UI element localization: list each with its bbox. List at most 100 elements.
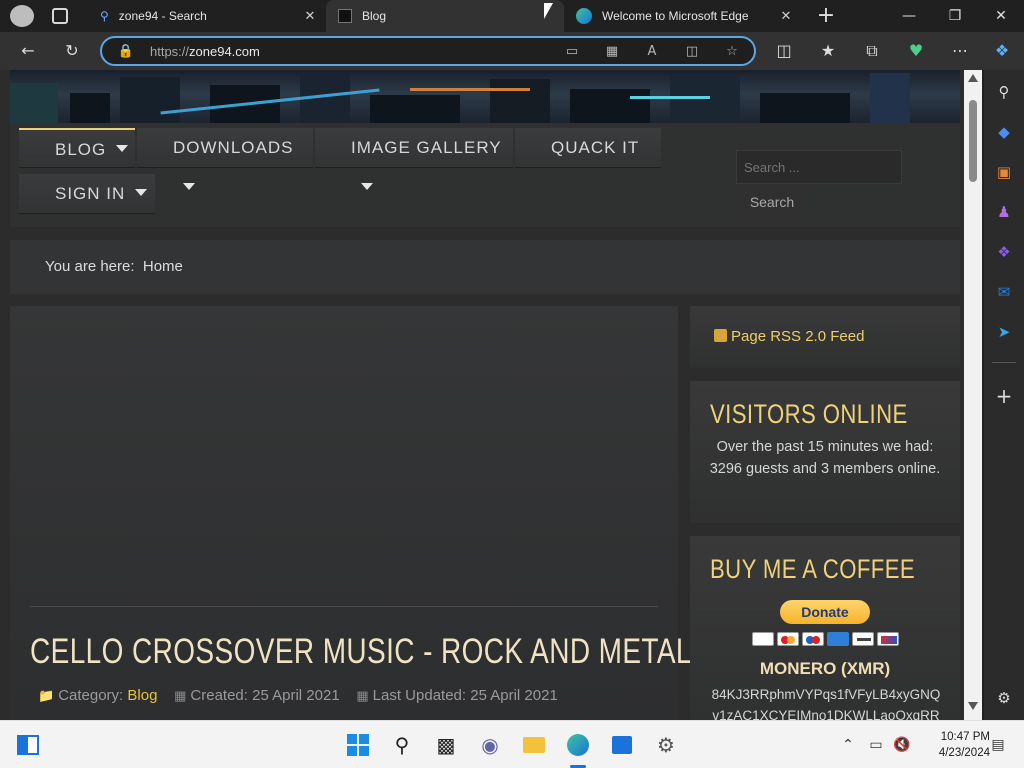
add-icon[interactable]: + [992, 384, 1016, 408]
outlook-icon[interactable]: ✉ [992, 280, 1016, 304]
tools-briefcase-icon[interactable]: ▣ [992, 160, 1016, 184]
scroll-down-arrow-icon[interactable] [968, 702, 978, 710]
widget-title: BUY ME A COFFEE [710, 554, 916, 584]
chevron-up-icon[interactable]: ⌃ [834, 731, 862, 759]
reader-view-icon[interactable]: ◫ [682, 42, 702, 62]
updated-date: Last Updated: 25 April 2021 [372, 687, 558, 704]
minimize-button[interactable]: — [886, 0, 932, 32]
split-screen-icon[interactable]: ◫ [770, 37, 798, 65]
discover-card-icon [852, 632, 874, 646]
site-search-input[interactable] [736, 150, 902, 184]
page-scrollbar[interactable] [964, 70, 982, 720]
tab-welcome-edge[interactable]: Welcome to Microsoft Edge ✕ [566, 0, 802, 32]
copilot-icon[interactable]: ❖ [988, 37, 1016, 65]
widgets-icon[interactable] [14, 731, 42, 759]
taskbar: ⚲ ▩ ◉ ⚙ ⌃ ▭ 🔇 10:47 PM 4/23/2024 ▤ [0, 720, 1024, 768]
search-icon[interactable]: ⚲ [992, 80, 1016, 104]
dropdown-caret-icon [361, 183, 373, 190]
address-bar[interactable]: 🔒 https://zone94.com ▭ ▦ A ◫ ☆ [100, 36, 756, 66]
rss-feed-link[interactable]: Page RSS 2.0 Feed [714, 328, 864, 345]
breadcrumb-prefix: You are here: [45, 258, 135, 275]
favorites-icon[interactable]: ★ [814, 37, 842, 65]
rss-icon [714, 329, 727, 342]
nav-item-sign-in[interactable]: SIGN IN [19, 174, 155, 214]
search-icon[interactable]: ⚲ [388, 731, 416, 759]
donate-button[interactable]: Donate [780, 600, 870, 624]
favorite-star-icon[interactable]: ☆ [722, 42, 742, 62]
tab-title: Welcome to Microsoft Edge [602, 9, 749, 23]
restore-button[interactable]: ❐ [932, 0, 978, 32]
visitors-text: Over the past 15 minutes we had: 3296 gu… [709, 439, 941, 477]
refresh-icon[interactable]: ↻ [58, 37, 86, 65]
search-icon: ⚲ [100, 9, 109, 23]
mouse-cursor-icon [544, 3, 553, 19]
browser-toolbar: ← ↻ 🔒 https://zone94.com ▭ ▦ A ◫ ☆ ◫ ★ ⧉… [0, 32, 1024, 70]
lock-icon: 🔒 [117, 44, 135, 59]
browser-essentials-icon[interactable]: ♥ [902, 37, 930, 65]
task-view-icon[interactable]: ▩ [432, 731, 460, 759]
new-tab-button[interactable]: + [812, 2, 840, 30]
url-text[interactable]: https://zone94.com [150, 44, 260, 59]
close-icon[interactable]: ✕ [302, 8, 318, 24]
nav-item-image-gallery[interactable]: IMAGE GALLERY [315, 128, 513, 190]
back-arrow-icon[interactable]: ← [14, 37, 42, 65]
start-windows-icon[interactable] [344, 731, 372, 759]
divider [992, 362, 1016, 363]
close-window-button[interactable]: ✕ [978, 0, 1024, 32]
notification-icon[interactable]: ▤ [984, 731, 1012, 759]
dropdown-caret-icon [116, 145, 129, 152]
nav-item-blog[interactable]: BLOG [19, 128, 135, 168]
site-search-button[interactable]: Search [736, 186, 808, 218]
article-title[interactable]: CELLO CROSSOVER MUSIC - ROCK AND METAL [30, 632, 692, 672]
scroll-thumb[interactable] [969, 100, 977, 182]
device-icon[interactable]: ▭ [562, 42, 582, 62]
nav-item-label: SIGN IN [55, 184, 126, 203]
nav-item-label: BLOG [55, 140, 107, 159]
dropdown-caret-icon [135, 189, 148, 196]
store-icon[interactable] [608, 731, 636, 759]
close-icon[interactable]: ✕ [778, 8, 794, 24]
tab-zone94-search[interactable]: ⚲ zone94 - Search ✕ [90, 0, 326, 32]
more-options-icon[interactable]: ⋯ [946, 37, 974, 65]
edge-icon [576, 8, 592, 24]
tab-title: Blog [362, 9, 387, 23]
url-host: zone94.com [189, 44, 260, 59]
nav-item-label: IMAGE GALLERY [351, 138, 502, 157]
nav-item-downloads[interactable]: DOWNLOADS [137, 128, 313, 190]
tab-actions-icon[interactable] [52, 8, 68, 24]
network-icon[interactable]: ▭ [862, 731, 890, 759]
copilot-icon[interactable]: ❖ [992, 240, 1016, 264]
chat-icon[interactable]: ◉ [476, 731, 504, 759]
clock-time: 10:47 PM [940, 731, 990, 743]
scroll-up-arrow-icon[interactable] [968, 74, 978, 82]
nav-item-quack-it[interactable]: QUACK IT [515, 128, 661, 168]
collections-icon[interactable]: ⧉ [858, 37, 886, 65]
calendar-icon: ▦ [356, 688, 369, 703]
url-protocol: https:// [150, 44, 190, 59]
category-link[interactable]: Blog [127, 687, 157, 704]
created-date: Created: 25 April 2021 [190, 687, 340, 704]
send-icon[interactable]: ➤ [992, 320, 1016, 344]
category-label: Category: [58, 687, 124, 704]
settings-gear-icon[interactable]: ⚙ [992, 686, 1016, 710]
monero-address: 84KJ3RRphmVYPqs1fVFyLB4xyGNQv1zAC1XCYEIM… [711, 687, 941, 720]
games-icon[interactable]: ♟ [992, 200, 1016, 224]
tab-bar: ⚲ zone94 - Search ✕ Blog Welcome to Micr… [0, 0, 1024, 32]
edge-browser-icon[interactable] [564, 731, 592, 759]
system-clock[interactable]: 10:47 PM 4/23/2024 [918, 729, 990, 761]
volume-muted-icon[interactable]: 🔇 [888, 731, 916, 759]
settings-app-icon[interactable]: ⚙ [652, 731, 680, 759]
file-explorer-icon[interactable] [520, 731, 548, 759]
read-aloud-icon[interactable]: A [642, 42, 662, 62]
edge-sidebar: ⚲ ◆ ▣ ♟ ❖ ✉ ➤ + ⚙ [984, 70, 1024, 720]
tab-title: zone94 - Search [118, 9, 207, 23]
apps-icon[interactable]: ▦ [602, 42, 622, 62]
nav-item-label: QUACK IT [551, 138, 640, 157]
rss-widget: Page RSS 2.0 Feed [690, 306, 960, 368]
visitors-widget: VISITORS ONLINE Over the past 15 minutes… [690, 381, 960, 523]
article-meta: 📁 Category: Blog ▦ Created: 25 April 2021 … [38, 687, 558, 704]
breadcrumb-home-link[interactable]: Home [143, 258, 183, 275]
shopping-tag-icon[interactable]: ◆ [992, 120, 1016, 144]
profile-avatar[interactable] [10, 5, 34, 27]
tab-blog[interactable]: Blog [326, 0, 564, 32]
